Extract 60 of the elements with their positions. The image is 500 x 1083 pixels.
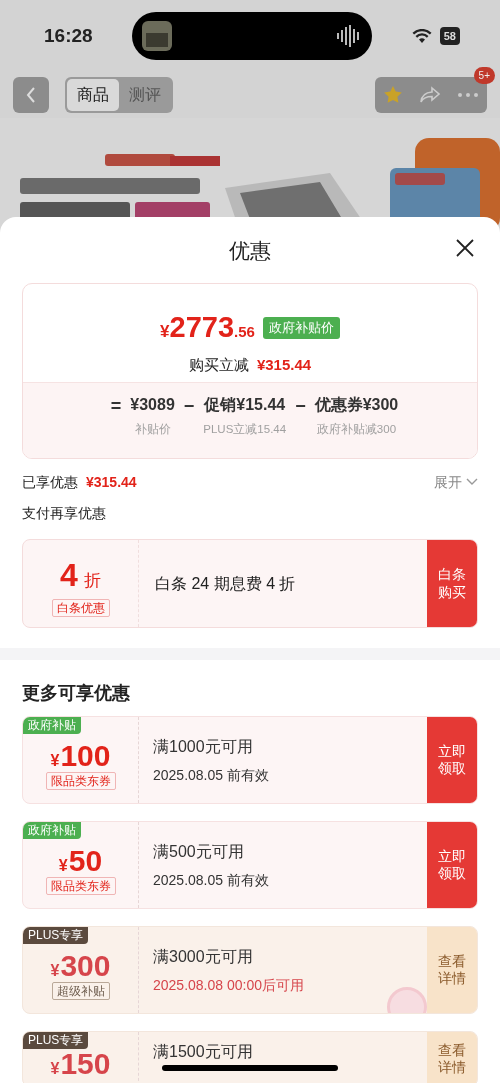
operator: = [110,395,122,418]
enjoyed-amount: ¥315.44 [86,472,137,492]
status-time: 16:28 [44,23,93,48]
saving-amount: ¥315.44 [256,354,312,375]
wifi-icon [411,28,432,44]
notification-badge: 5+ [473,67,495,84]
operator: − [183,395,195,418]
close-button[interactable] [456,239,474,257]
formula-caption: PLUS立减15.44 [203,422,287,437]
chevron-icon [466,478,478,486]
coupon-validity: 2025.08.08 00:00后可用 [153,975,304,995]
formula-caption: 政府补贴减300 [316,422,397,437]
coupon-badge: 政府补贴 [23,717,81,734]
back-button[interactable] [13,77,49,113]
coupon-condition: 满1500元可用 [153,1042,253,1062]
price: ¥2773.56 [160,310,255,345]
coupon-amount: ¥50 [58,843,103,877]
close-icon [456,239,474,257]
coupon-condition: 满500元可用 [153,841,244,862]
price-tag: 政府补贴价 [262,317,340,339]
saving-label: 购买立减 [188,354,249,375]
coupon-button[interactable]: 查看详情 [427,1032,477,1083]
coupon-validity: 2025.08.05 前有效 [153,870,269,890]
enjoyed-label: 已享优惠 [22,472,78,492]
coupon-condition: 满3000元可用 [153,946,253,967]
section-title: 支付再享优惠 [22,505,106,521]
coupon-amount: ¥100 [50,738,111,772]
star-icon[interactable] [383,85,403,105]
coupon-amount: ¥300 [50,948,111,982]
formula-value: 优惠券¥300 [314,395,399,415]
offer-tag: 白条优惠 [51,598,110,617]
coupon-button[interactable]: 立即领取 [427,717,477,803]
back-icon [25,86,37,104]
offer-description: 白条 24 期息费 4 折 [154,573,296,594]
discount-value: 4 折 [60,555,101,595]
coupon-badge: 政府补贴 [23,822,81,839]
coupon-validity: 2025.08.05 前有效 [153,765,269,785]
formula-value: 促销¥15.44 [204,395,286,415]
coupon-tag: 超级补贴 [51,981,110,1000]
formula-value: ¥3089 [130,395,175,415]
operator: − [295,395,306,418]
coupon-tag: 限品类东券 [45,771,116,790]
nav-tab[interactable]: 商品 [67,79,119,111]
section-title: 更多可享优惠 [22,683,130,703]
expand-toggle[interactable]: 展开 [434,471,478,493]
battery-level: 58 [439,26,460,46]
sheet-title: 优惠 [229,239,271,262]
more-icon[interactable] [457,92,479,98]
coupon-button[interactable]: 查看详情 [427,927,477,1013]
share-icon[interactable] [419,86,441,104]
formula-caption: 补贴价 [134,422,171,437]
buy-button[interactable]: 白条购买 [427,540,477,627]
coupon-tag: 限品类东券 [45,876,116,895]
coupon-badge: PLUS专享 [23,927,89,944]
coupon-amount: ¥150 [50,1046,111,1080]
coupon-button[interactable]: 立即领取 [427,822,477,908]
nav-tab[interactable]: 测评 [119,79,171,111]
album-art-icon [142,21,173,51]
coupon-condition: 满1000元可用 [153,736,253,757]
coupon-badge: PLUS专享 [23,1032,89,1049]
